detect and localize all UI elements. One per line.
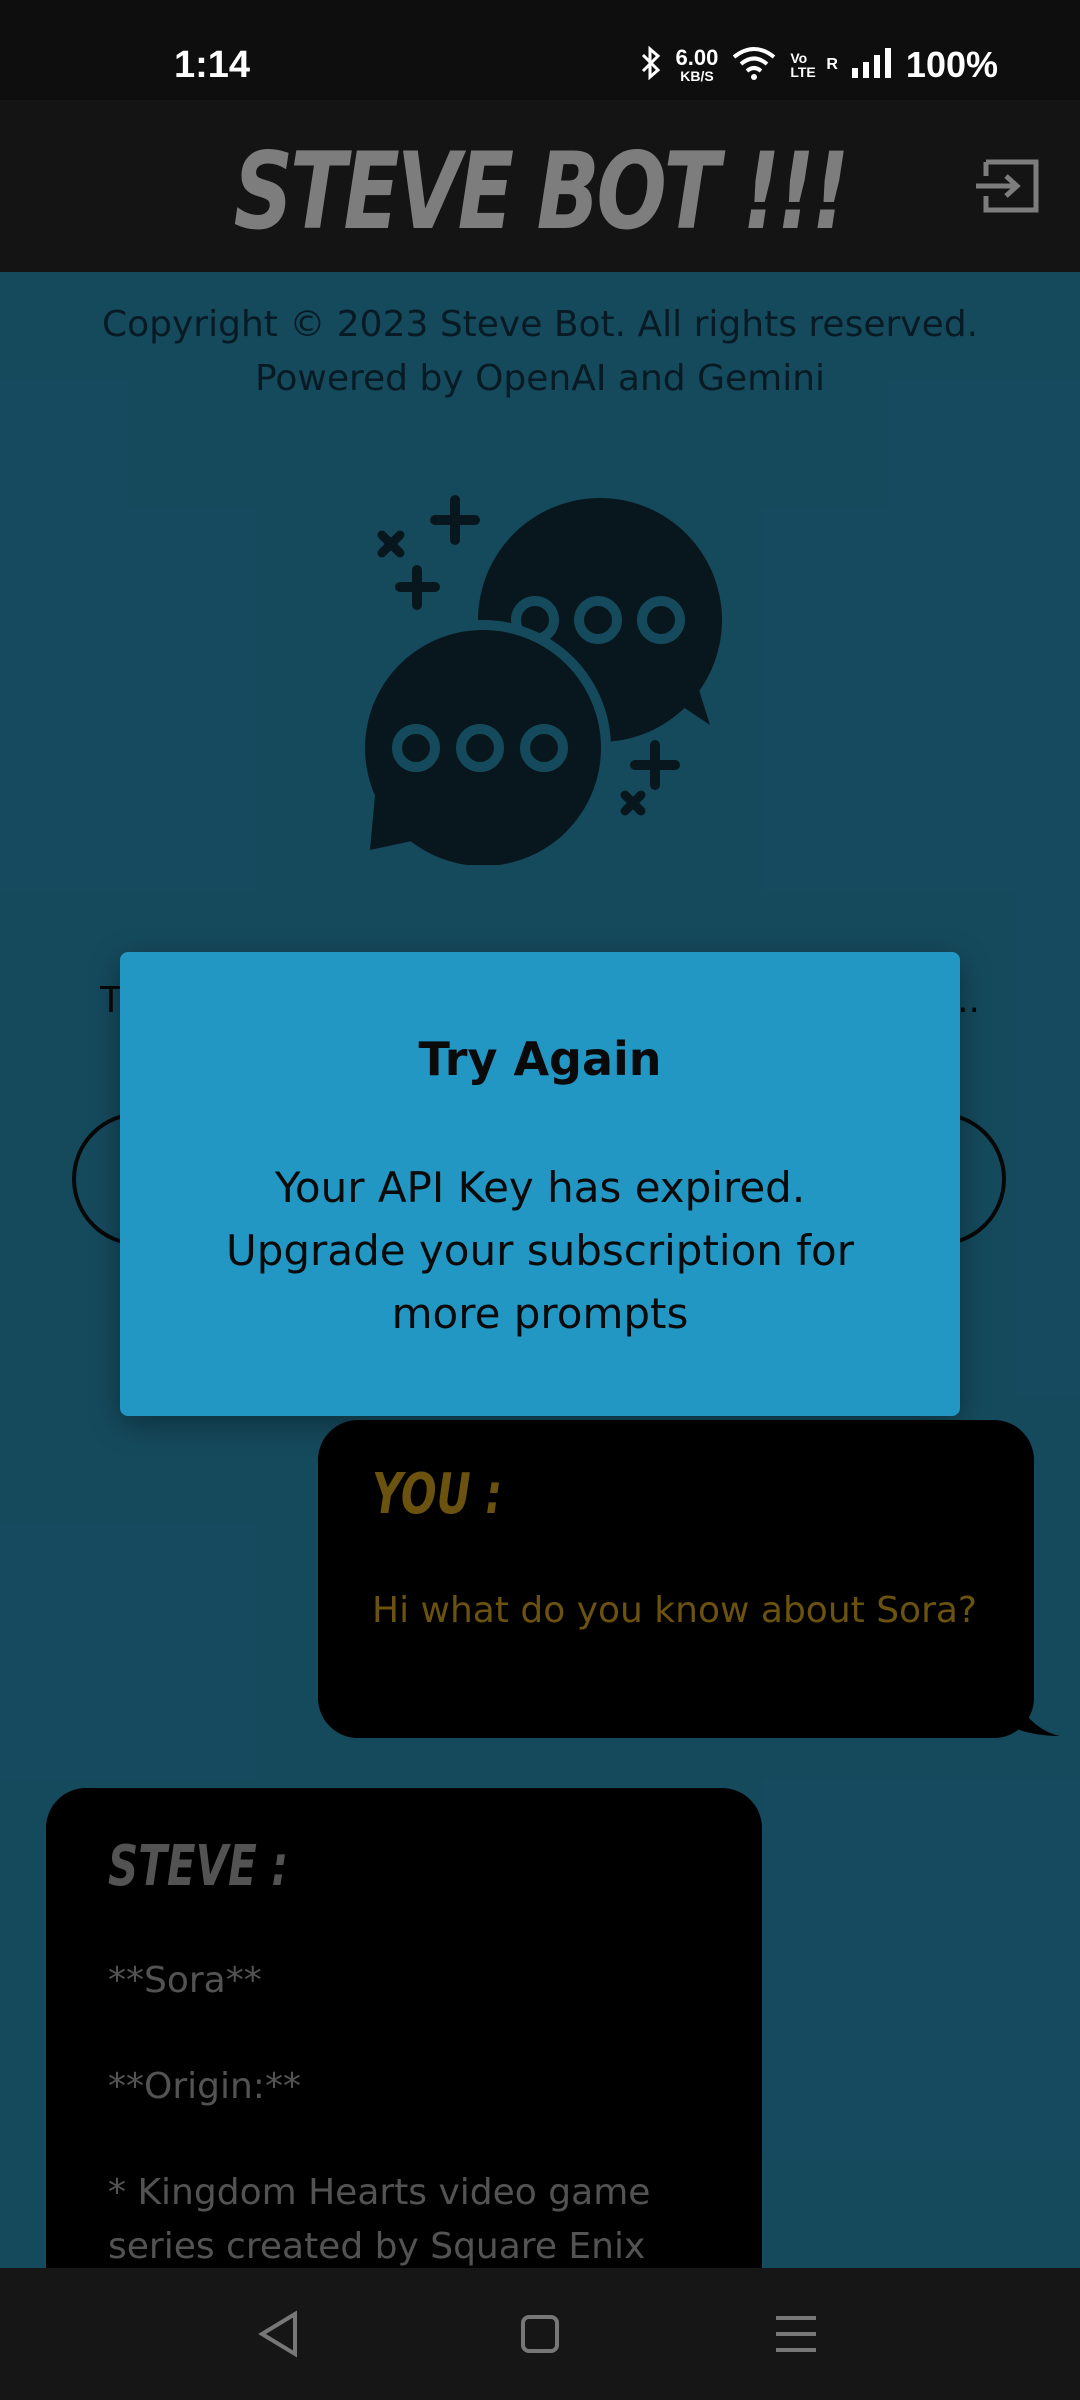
back-button[interactable] <box>250 2304 310 2364</box>
dialog-title: Try Again <box>418 1032 662 1086</box>
app-header: STEVE BOT !!! <box>0 100 1080 272</box>
signal-icon <box>851 47 892 83</box>
network-speed: 6.00 KB/S <box>675 45 719 84</box>
system-nav-bar <box>0 2268 1080 2400</box>
volte-icon: Vo LTE <box>790 50 816 80</box>
home-button[interactable] <box>510 2304 570 2364</box>
home-icon <box>521 2315 559 2353</box>
app-title: STEVE BOT !!! <box>233 130 850 253</box>
bluetooth-icon <box>640 45 662 85</box>
roaming-indicator: R <box>826 56 838 73</box>
logout-button[interactable] <box>972 158 1042 214</box>
status-bar: 1:14 6.00 KB/S Vo LTE R 100% <box>0 0 1080 100</box>
wifi-icon <box>732 45 776 86</box>
status-time: 1:14 <box>174 44 251 86</box>
error-dialog: Try Again Your API Key has expired. Upgr… <box>120 952 960 1416</box>
dialog-message: Your API Key has expired. Upgrade your s… <box>226 1163 854 1338</box>
status-icons: 6.00 KB/S Vo LTE R 100% <box>640 44 998 86</box>
menu-icon <box>776 2316 816 2352</box>
menu-button[interactable] <box>766 2304 826 2364</box>
battery-level: 100% <box>905 44 998 85</box>
back-icon <box>258 2310 297 2358</box>
logout-icon <box>976 159 1039 213</box>
